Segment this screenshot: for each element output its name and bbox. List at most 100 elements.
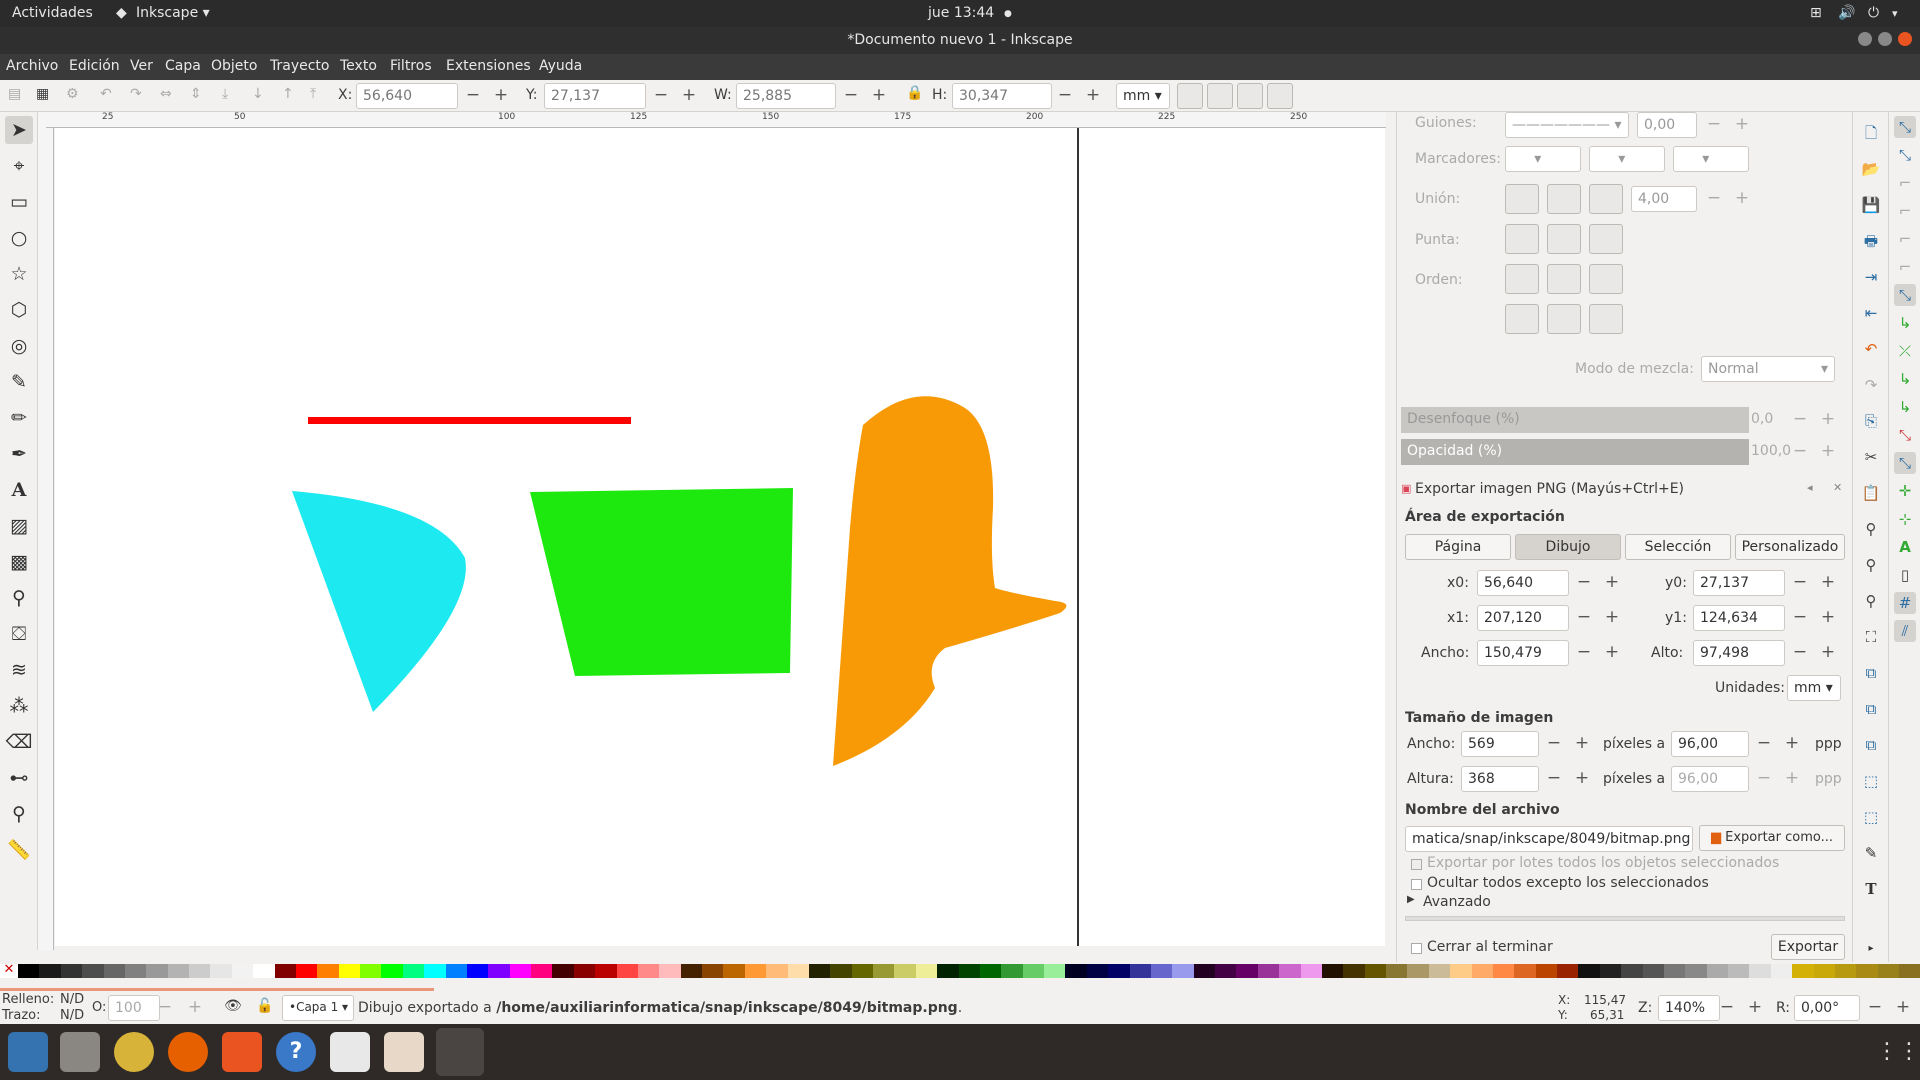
node-tool-icon[interactable]: ⌖ [5,152,33,180]
snap-center-icon[interactable]: ✛ [1894,480,1916,502]
software-center-icon[interactable] [222,1032,262,1072]
color-swatch[interactable] [1065,964,1087,978]
scale-stroke-toggle[interactable] [1177,83,1203,109]
calligraphy-tool-icon[interactable]: ✒ [5,440,33,468]
color-swatch[interactable] [1856,964,1878,978]
color-swatch[interactable] [979,964,1002,978]
paint-bucket-tool-icon[interactable]: ⛋ [5,620,33,648]
color-swatch[interactable] [873,964,895,978]
join-miter-button[interactable] [1505,184,1539,214]
color-swatch[interactable] [103,964,125,978]
color-swatch[interactable] [1343,964,1365,978]
color-swatch[interactable] [381,964,403,978]
x0-increment-button[interactable]: + [1599,570,1625,596]
color-swatch[interactable] [1663,964,1686,978]
menu-extensiones[interactable]: Extensiones [446,58,531,74]
new-document-icon[interactable]: 🗋 [1860,122,1882,144]
layer-lock-icon[interactable]: 🔓 [256,998,273,1014]
x-decrement-button[interactable]: − [460,83,486,109]
snap-bbox-icon[interactable]: ⤡ [1894,144,1916,166]
y-decrement-button[interactable]: − [648,83,674,109]
color-swatch[interactable] [488,964,510,978]
opacity-status-decrement-button[interactable]: − [152,995,178,1021]
rectangle-tool-icon[interactable]: ▭ [5,188,33,216]
zoom-tool-icon[interactable]: ⚲ [5,800,33,828]
color-swatch[interactable] [937,964,959,978]
zoom-drawing-icon[interactable]: ⚲ [1860,554,1882,576]
color-swatch[interactable] [1899,964,1920,978]
color-swatch[interactable] [787,964,809,978]
move-gradients-toggle[interactable] [1237,83,1263,109]
color-swatch[interactable] [744,964,767,978]
close-dialog-icon[interactable]: ✕ [1833,481,1842,494]
menu-ver[interactable]: Ver [130,58,153,74]
snap-rotation-center-icon[interactable]: ⊹ [1894,508,1916,530]
color-swatch[interactable] [1514,964,1536,978]
help-icon[interactable]: ? [276,1032,316,1072]
menu-objeto[interactable]: Objeto [211,58,257,74]
ungroup-icon[interactable]: ⬚ [1860,806,1882,828]
opacity-decrement-button[interactable]: − [1787,439,1813,465]
y0-increment-button[interactable]: + [1815,570,1841,596]
color-swatch[interactable] [231,964,254,978]
color-swatch[interactable] [1557,964,1579,978]
image-height-increment-button[interactable]: + [1569,766,1595,792]
color-swatch[interactable] [146,964,168,978]
join-bevel-button[interactable] [1589,184,1623,214]
text-font-icon[interactable]: T [1860,878,1882,900]
close-button[interactable] [1898,32,1912,46]
green-quad-shape[interactable] [530,488,793,676]
cut-icon[interactable]: ✂ [1860,446,1882,468]
cyan-shape[interactable] [292,491,466,712]
color-swatch[interactable] [702,964,724,978]
cap-butt-button[interactable] [1505,224,1539,254]
advanced-expander[interactable]: Avanzado [1423,894,1491,910]
snap-others-icon[interactable]: ⤡ [1894,452,1916,474]
expander-arrow-icon[interactable]: ▶ [1407,894,1415,905]
menu-edicion[interactable]: Edición [69,58,120,74]
miter-increment-button[interactable]: + [1729,186,1755,212]
fill-stroke-icon[interactable]: ✎ [1860,842,1882,864]
color-swatch[interactable] [573,964,596,978]
lower-bottom-icon[interactable]: ⤓ [222,86,228,102]
color-swatch[interactable] [1407,964,1429,978]
color-swatch[interactable] [1257,964,1280,978]
color-swatch[interactable] [1172,964,1194,978]
opacity-slider[interactable]: Opacidad (%) [1401,439,1749,465]
y0-field[interactable]: 27,137 [1693,570,1785,596]
color-swatch[interactable] [295,964,318,978]
unlink-clone-icon[interactable]: ⧉ [1860,734,1882,756]
menu-filtros[interactable]: Filtros [390,58,432,74]
orange-shape[interactable] [833,396,1067,766]
select-all-layers-icon[interactable]: ▦ [36,86,49,102]
order-button-1[interactable] [1505,264,1539,294]
color-swatch[interactable] [167,964,189,978]
color-swatch[interactable] [1428,964,1451,978]
x-field[interactable]: 56,640 [356,83,458,109]
miter-limit-field[interactable]: 4,00 [1631,186,1697,212]
order-button-4[interactable] [1505,304,1539,334]
drawing-canvas[interactable] [55,128,1385,946]
rotate-ccw-icon[interactable]: ↶ [100,86,112,102]
clock[interactable]: jue 13:44 [928,5,994,21]
color-swatch[interactable] [1706,964,1728,978]
color-swatch[interactable] [509,964,531,978]
move-patterns-toggle[interactable] [1267,83,1293,109]
width-decrement-button[interactable]: − [1571,640,1597,666]
app-menu-button[interactable]: Inkscape ▾ [136,5,210,21]
color-swatch[interactable] [1471,964,1493,978]
mid-marker-select[interactable]: ▾ [1589,146,1665,172]
color-swatch[interactable] [1792,964,1814,978]
image-width-field[interactable]: 569 [1461,731,1539,757]
rotate-cw-icon[interactable]: ↷ [130,86,142,102]
zoom-increment-button[interactable]: + [1742,995,1768,1021]
color-swatch[interactable] [766,964,788,978]
bezier-tool-icon[interactable]: ✎ [5,368,33,396]
tab-custom[interactable]: Personalizado [1735,534,1845,560]
writer-icon[interactable] [330,1032,370,1072]
color-swatch[interactable] [1386,964,1408,978]
color-swatch[interactable] [659,964,681,978]
height-decrement-button[interactable]: − [1787,640,1813,666]
color-swatch[interactable] [39,964,61,978]
layer-visibility-icon[interactable]: 👁 [224,998,242,1014]
